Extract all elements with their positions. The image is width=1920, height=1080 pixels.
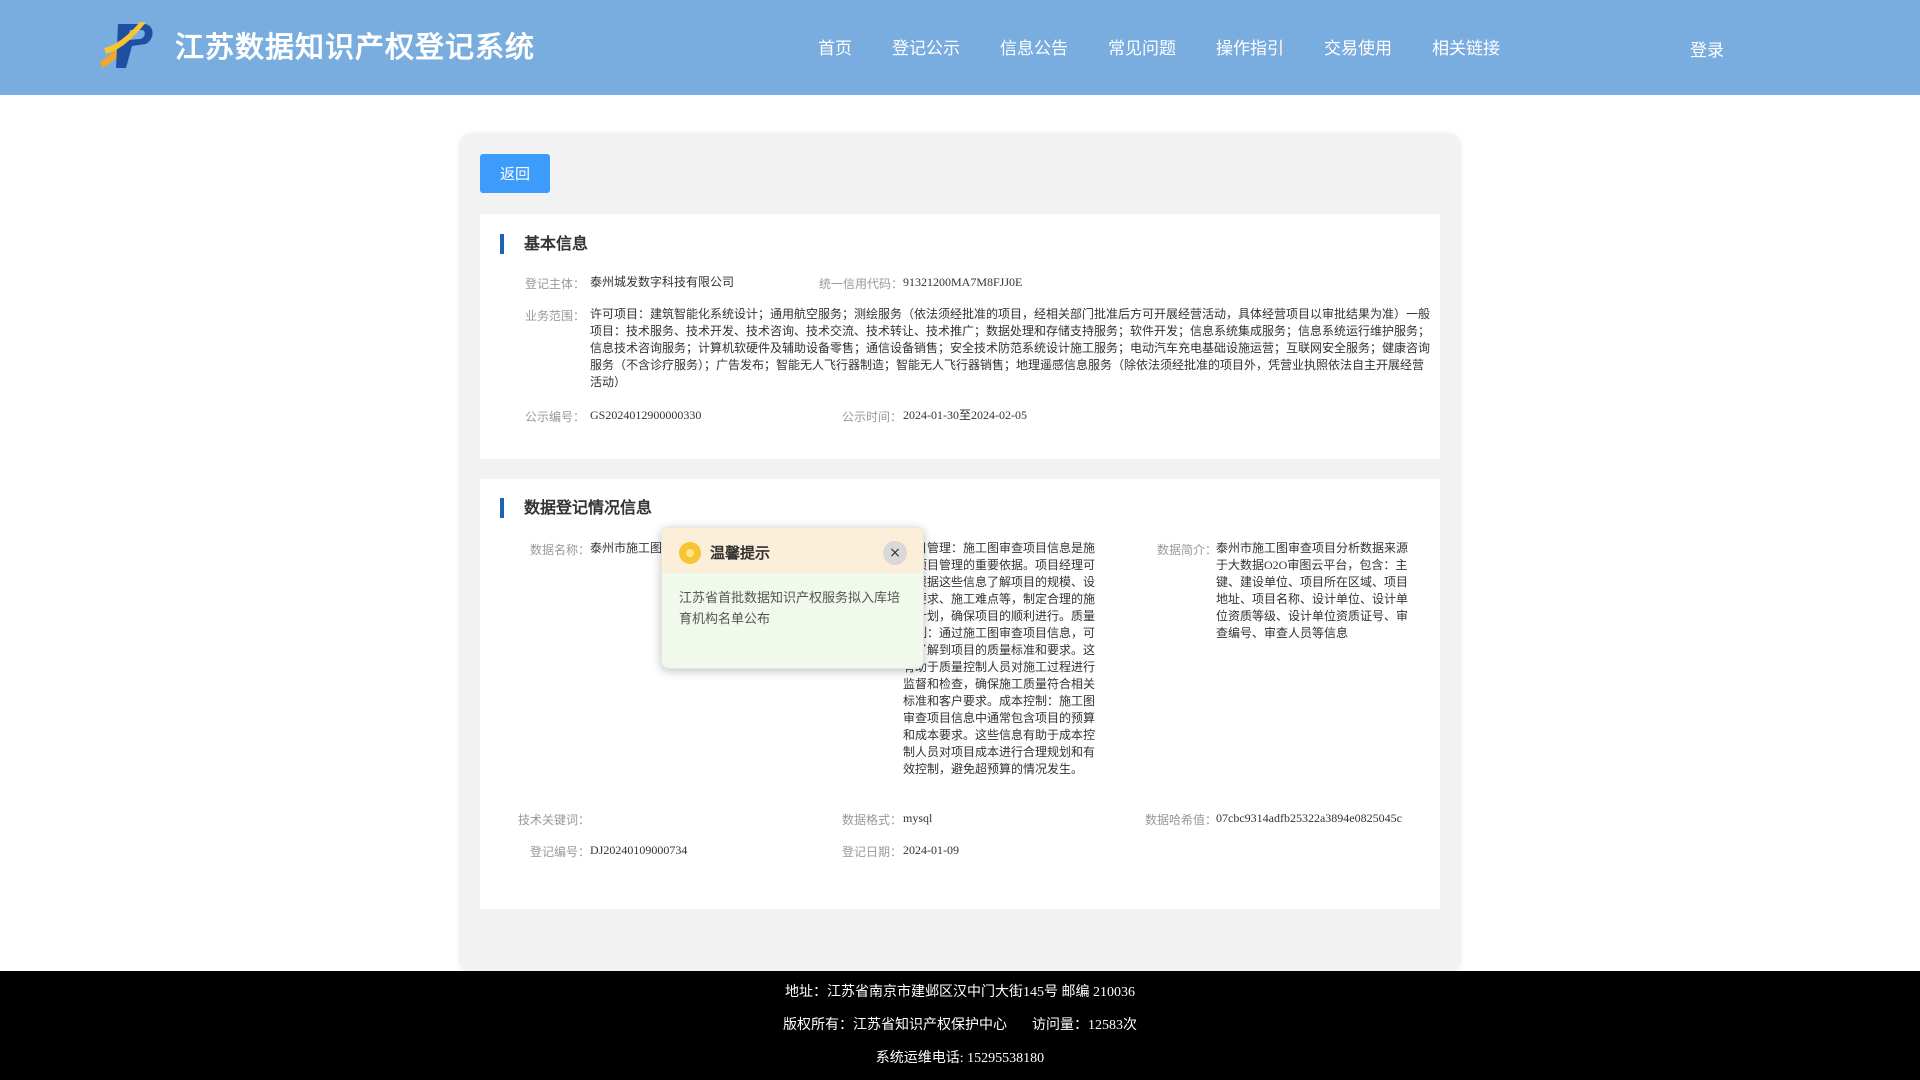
- notice-modal-title: 温馨提示: [710, 544, 771, 562]
- notice-sun-icon: [679, 542, 701, 564]
- publicity-time-label: 公示时间：: [842, 410, 903, 424]
- registration-number-label: 登记编号：: [530, 845, 591, 859]
- login-link[interactable]: 登录: [1690, 36, 1724, 61]
- registration-date-label: 登记日期：: [842, 845, 903, 859]
- data-name-value: 泰州市施工图: [590, 541, 663, 555]
- page-footer: 地址：江苏省南京市建邺区汉中门大街145号 邮编 210036 版权所有：江苏省…: [0, 971, 1920, 1080]
- data-intro-value: 泰州市施工图审查项目分析数据来源于大数据O2O审图云平台，包含：主键、建设单位、…: [1216, 541, 1409, 640]
- basic-info-card: 基本信息 登记主体： 泰州城发数字科技有限公司 统一信用代码： 91321200…: [480, 214, 1440, 459]
- scope-value: 许可项目：建筑智能化系统设计；通用航空服务；测绘服务（依法须经批准的项目，经相关…: [590, 307, 1431, 389]
- close-icon[interactable]: ×: [883, 541, 907, 565]
- data-registration-title: 数据登记情况信息: [500, 498, 652, 518]
- registration-date-value: 2024-01-09: [903, 843, 959, 857]
- data-name-label: 数据名称：: [530, 543, 591, 557]
- publicity-number-value: GS2024012900000330: [590, 408, 702, 422]
- footer-address: 地址：江苏省南京市建邺区汉中门大街145号 邮编 210036: [785, 985, 1135, 1000]
- site-logo[interactable]: [96, 18, 156, 72]
- notice-modal-link[interactable]: 江苏省首批数据知识产权服务拟入库培育机构名单公布: [679, 588, 909, 630]
- registration-number-value: DJ20240109000734: [590, 843, 688, 857]
- site-title: 江苏数据知识产权登记系统: [175, 30, 536, 64]
- credit-code-label: 统一信用代码：: [819, 277, 904, 291]
- notice-modal: 温馨提示 × 江苏省首批数据知识产权服务拟入库培育机构名单公布: [661, 527, 924, 669]
- data-format-value: mysql: [903, 811, 933, 825]
- main-nav: 首页 登记公示 信息公告 常见问题 操作指引 交易使用 相关链接: [818, 34, 1540, 59]
- basic-info-title: 基本信息: [500, 234, 588, 254]
- back-button[interactable]: 返回: [480, 154, 550, 193]
- nav-transaction[interactable]: 交易使用: [1324, 34, 1392, 59]
- nav-guide[interactable]: 操作指引: [1216, 34, 1284, 59]
- data-hash-value: 07cbc9314adfb25322a3894e0825045c: [1216, 811, 1402, 825]
- footer-copyright-row: 版权所有：江苏省知识产权保护中心 访问量：12583次: [0, 1014, 1920, 1034]
- credit-code-value: 91321200MA7M8FJJ0E: [903, 275, 1023, 289]
- registrant-value: 泰州城发数字科技有限公司: [590, 275, 735, 289]
- notice-modal-header: 温馨提示 ×: [662, 528, 923, 573]
- top-header: 江苏数据知识产权登记系统 首页 登记公示 信息公告 常见问题 操作指引 交易使用…: [0, 0, 1920, 95]
- data-format-label: 数据格式：: [842, 813, 903, 827]
- data-hash-label: 数据哈希值：: [1145, 813, 1218, 827]
- nav-registration-publicity[interactable]: 登记公示: [892, 34, 960, 59]
- nav-announcements[interactable]: 信息公告: [1000, 34, 1068, 59]
- tech-keywords-label: 技术关键词：: [518, 813, 591, 827]
- publicity-time-value: 2024-01-30至2024-02-05: [903, 408, 1027, 422]
- nav-links[interactable]: 相关链接: [1432, 34, 1500, 59]
- nav-faq[interactable]: 常见问题: [1108, 34, 1176, 59]
- registrant-label: 登记主体：: [525, 277, 586, 291]
- footer-phone: 系统运维电话: 15295538180: [875, 1051, 1045, 1066]
- scope-label: 业务范围：: [525, 309, 586, 323]
- nav-home[interactable]: 首页: [818, 34, 852, 59]
- footer-copyright: 版权所有：江苏省知识产权保护中心: [783, 1018, 1007, 1033]
- publicity-number-label: 公示编号：: [525, 410, 586, 424]
- footer-visits: 访问量：12583次: [1032, 1018, 1137, 1033]
- data-registration-card: 数据登记情况信息 数据名称： 泰州市施工图 项目管理：施工图审查项目信息是施工项…: [480, 479, 1440, 909]
- data-intro-label: 数据简介：: [1157, 543, 1218, 557]
- application-scene-value: 项目管理：施工图审查项目信息是施工项目管理的重要依据。项目经理可以根据这些信息了…: [903, 541, 1096, 776]
